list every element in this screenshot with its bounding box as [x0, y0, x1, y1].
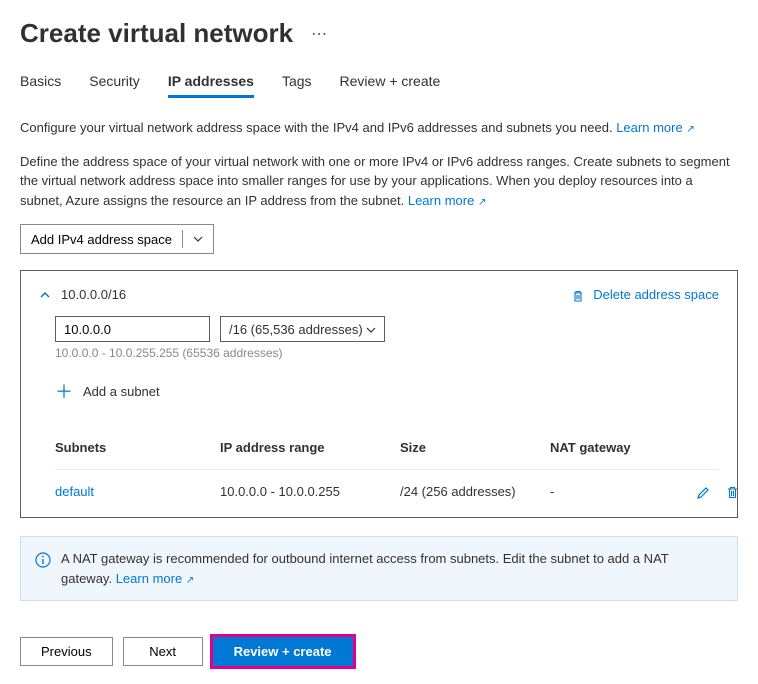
address-range-hint: 10.0.0.0 - 10.0.255.255 (65536 addresses…	[55, 346, 719, 360]
previous-button[interactable]: Previous	[20, 637, 113, 666]
delete-subnet-icon[interactable]	[725, 484, 740, 499]
add-subnet-button[interactable]: ＋ Add a subnet	[55, 378, 719, 404]
tab-ip-addresses[interactable]: IP addresses	[168, 73, 254, 98]
review-create-button[interactable]: Review + create	[213, 637, 353, 666]
address-space-card: 10.0.0.0/16 Delete address space /16 (65…	[20, 270, 738, 518]
info-box: A NAT gateway is recommended for outboun…	[20, 536, 738, 601]
info-learn-more-link[interactable]: Learn more ↗	[116, 571, 195, 586]
tabs-bar: Basics Security IP addresses Tags Review…	[20, 73, 738, 98]
subnet-table: Subnets IP address range Size NAT gatewa…	[55, 426, 719, 513]
col-size: Size	[400, 440, 550, 455]
trash-icon	[571, 288, 585, 302]
ip-address-input[interactable]	[55, 316, 210, 342]
tab-tags[interactable]: Tags	[282, 73, 312, 98]
learn-more-label: Learn more	[408, 193, 474, 208]
subnet-range: 10.0.0.0 - 10.0.0.255	[220, 484, 400, 499]
table-row: default 10.0.0.0 - 10.0.0.255 /24 (256 a…	[55, 470, 719, 513]
subnet-mask-select[interactable]: /16 (65,536 addresses)	[220, 316, 385, 342]
learn-more-label: Learn more	[116, 571, 182, 586]
col-nat-gateway: NAT gateway	[550, 440, 680, 455]
chevron-down-icon	[366, 322, 376, 337]
external-link-icon: ↗	[686, 124, 694, 135]
delete-address-space-button[interactable]: Delete address space	[571, 287, 719, 302]
add-space-label: Add IPv4 address space	[31, 232, 172, 247]
chevron-down-icon	[193, 234, 203, 245]
button-divider	[182, 230, 183, 248]
tab-basics[interactable]: Basics	[20, 73, 61, 98]
intro-line2: Define the address space of your virtual…	[20, 154, 730, 208]
col-ip-range: IP address range	[220, 440, 400, 455]
edit-subnet-icon[interactable]	[696, 484, 711, 499]
col-subnets: Subnets	[55, 440, 220, 455]
info-icon	[35, 549, 51, 565]
more-icon[interactable]: ⋯	[311, 24, 327, 44]
learn-more-label: Learn more	[616, 120, 682, 135]
footer-buttons: Previous Next Review + create	[20, 637, 738, 666]
add-subnet-label: Add a subnet	[83, 384, 160, 399]
tab-review-create[interactable]: Review + create	[340, 73, 441, 98]
subnet-size: /24 (256 addresses)	[400, 484, 550, 499]
subnet-nat: -	[550, 484, 680, 499]
address-space-cidr: 10.0.0.0/16	[61, 287, 126, 302]
intro-text-1: Configure your virtual network address s…	[20, 118, 738, 138]
delete-space-label: Delete address space	[593, 287, 719, 302]
info-text-wrap: A NAT gateway is recommended for outboun…	[61, 549, 723, 588]
learn-more-link-1[interactable]: Learn more ↗	[616, 120, 695, 135]
external-link-icon: ↗	[478, 197, 486, 208]
tab-security[interactable]: Security	[89, 73, 140, 98]
next-button[interactable]: Next	[123, 637, 203, 666]
collapse-caret-icon[interactable]	[39, 288, 51, 302]
external-link-icon: ↗	[186, 575, 194, 586]
intro-text-2: Define the address space of your virtual…	[20, 152, 738, 211]
learn-more-link-2[interactable]: Learn more ↗	[408, 193, 487, 208]
add-ipv4-address-space-button[interactable]: Add IPv4 address space	[20, 224, 214, 254]
plus-icon: ＋	[55, 378, 73, 404]
intro-line1: Configure your virtual network address s…	[20, 120, 613, 135]
page-title: Create virtual network	[20, 18, 293, 49]
subnet-table-header: Subnets IP address range Size NAT gatewa…	[55, 426, 719, 470]
mask-value: /16 (65,536 addresses)	[229, 322, 363, 337]
subnet-name-link[interactable]: default	[55, 484, 220, 499]
